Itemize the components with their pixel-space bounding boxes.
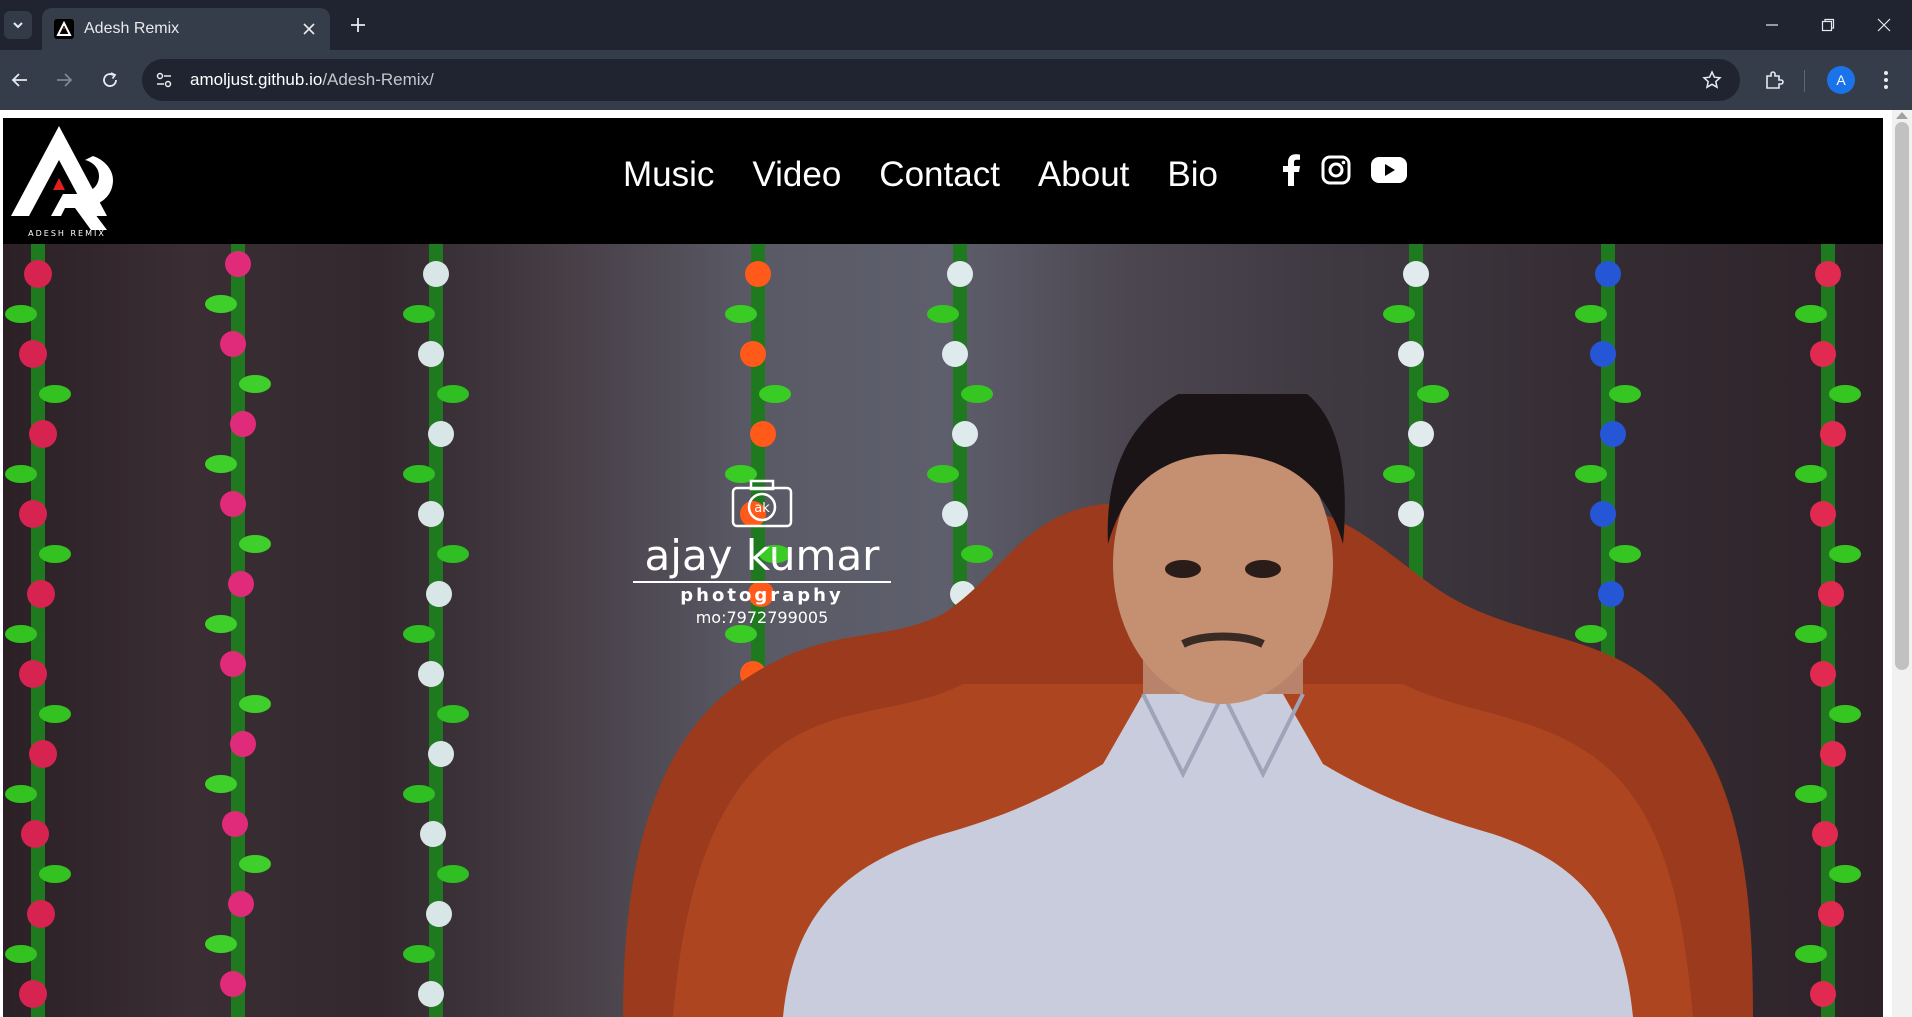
nav-link-music[interactable]: Music: [623, 155, 714, 195]
restore-icon: [1821, 18, 1835, 32]
scroll-up-arrow[interactable]: [1896, 112, 1908, 119]
tune-icon: [156, 72, 172, 88]
adesh-remix-logo-icon: ADESH REMIX: [11, 126, 113, 238]
site-info-button[interactable]: [146, 62, 182, 98]
watermark-divider: [633, 581, 891, 583]
address-bar[interactable]: amoljust.github.io/Adesh-Remix/: [142, 59, 1740, 101]
url-path: /Adesh-Remix/: [322, 70, 434, 89]
close-icon: [303, 23, 315, 35]
tab-title: Adesh Remix: [84, 20, 180, 37]
facebook-icon[interactable]: [1281, 154, 1301, 191]
page-viewport: ADESH REMIX Music Video Contact About Bi…: [0, 110, 1912, 1017]
window-close-button[interactable]: [1856, 0, 1912, 50]
main-nav: Music Video Contact About Bio: [623, 155, 1218, 195]
hero-photo: ak ajay kumar photography mo:7972799005: [3, 244, 1883, 1017]
watermark-badge: ak: [754, 501, 770, 516]
flower-garland-decoration: [205, 244, 271, 1017]
url-host: amoljust.github.io: [190, 70, 323, 89]
flower-garland-decoration: [5, 244, 71, 1017]
chevron-down-icon: [13, 22, 23, 29]
extensions-button[interactable]: [1758, 64, 1790, 96]
flower-garland-decoration: [403, 244, 469, 1017]
more-vert-icon: [1884, 71, 1888, 89]
social-links: [1281, 154, 1407, 191]
arrow-right-icon: [57, 73, 73, 87]
flower-garland-decoration: [1795, 244, 1861, 1017]
site-logo[interactable]: ADESH REMIX: [7, 120, 125, 240]
nav-link-bio[interactable]: Bio: [1167, 155, 1218, 195]
logo-text: ADESH REMIX: [28, 229, 106, 238]
new-tab-button[interactable]: [344, 11, 372, 39]
minimize-button[interactable]: [1744, 0, 1800, 50]
browser-tab-bar: Adesh Remix: [0, 0, 1912, 50]
reload-icon: [103, 72, 117, 87]
puzzle-icon: [1766, 71, 1784, 89]
profile-avatar[interactable]: A: [1827, 66, 1855, 94]
browser-toolbar: amoljust.github.io/Adesh-Remix/ A: [0, 50, 1912, 110]
site-navbar: ADESH REMIX Music Video Contact About Bi…: [3, 118, 1883, 244]
bookmark-button[interactable]: [1698, 66, 1726, 94]
restore-button[interactable]: [1800, 0, 1856, 50]
tab-search-button[interactable]: [4, 11, 32, 39]
page-scrollbar[interactable]: [1892, 110, 1912, 1017]
toolbar-separator: [1804, 70, 1805, 92]
arrow-left-icon: [11, 73, 27, 87]
close-icon: [1877, 18, 1891, 32]
tab-close-button[interactable]: [298, 18, 320, 40]
camera-icon: ak: [731, 479, 793, 528]
youtube-icon[interactable]: [1371, 156, 1407, 189]
browser-tab-active[interactable]: Adesh Remix: [42, 8, 330, 50]
url-text: amoljust.github.io/Adesh-Remix/: [190, 70, 434, 90]
watermark-name: ajay kumar: [644, 531, 880, 580]
minimize-icon: [1766, 24, 1778, 26]
scrollbar-thumb[interactable]: [1895, 122, 1909, 670]
reload-button[interactable]: [94, 64, 126, 96]
browser-menu-button[interactable]: [1870, 64, 1902, 96]
watermark-phone: mo:7972799005: [695, 608, 829, 627]
nav-link-about[interactable]: About: [1038, 155, 1129, 195]
nav-link-video[interactable]: Video: [752, 155, 841, 195]
watermark-subtitle: photography: [680, 585, 844, 606]
nav-link-contact[interactable]: Contact: [879, 155, 1000, 195]
plus-icon: [351, 18, 365, 32]
star-icon: [1702, 70, 1722, 89]
favicon-icon: [54, 19, 74, 39]
instagram-icon[interactable]: [1321, 155, 1351, 190]
back-button[interactable]: [4, 64, 36, 96]
forward-button[interactable]: [48, 64, 80, 96]
website: ADESH REMIX Music Video Contact About Bi…: [3, 118, 1883, 1017]
photographer-watermark: ak ajay kumar photography mo:7972799005: [627, 478, 897, 627]
